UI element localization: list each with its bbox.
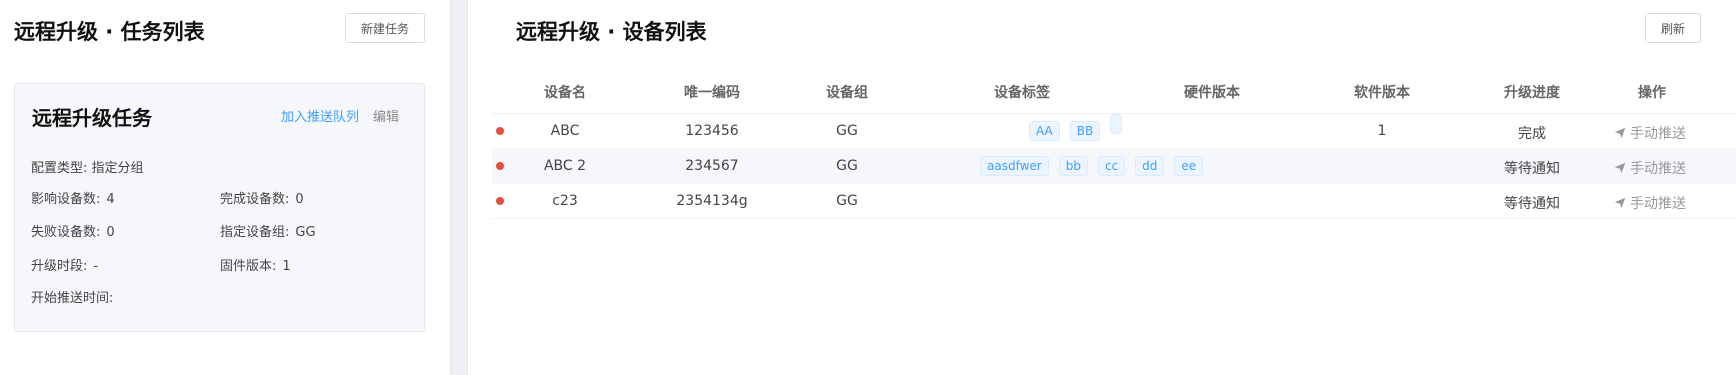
manual-push-button[interactable]: 手动推送: [1614, 158, 1686, 178]
task-card[interactable]: 远程升级任务 加入推送队列 编辑 配置类型: 指定分组 影响设备数: 4 完成设备…: [14, 83, 425, 332]
send-icon: [1614, 162, 1626, 174]
cell-unique-code: 234567: [685, 158, 739, 174]
cell-device-name: ABC: [550, 123, 580, 139]
table-header: 设备名 唯一编码 设备组 设备标签 硬件版本 软件版本 升级进度 操作: [492, 70, 1736, 114]
firmware-version-value: 1: [282, 259, 291, 274]
table-row[interactable]: ABC 2 234567 GG 等待通知 aasdfwer bb cc dd ee 手动推送: [492, 149, 1736, 184]
start-push-time-field: 开始推送时间:: [31, 291, 114, 306]
affected-devices-field: 影响设备数: 4: [31, 188, 115, 207]
affected-devices-label: 影响设备数:: [31, 192, 101, 207]
header-device-tags: 设备标签: [994, 85, 1050, 101]
config-type-field: 配置类型: 指定分组: [31, 161, 144, 176]
status-dot: [496, 197, 504, 205]
failed-devices-field: 失败设备数: 0: [31, 221, 115, 240]
cell-software-version: 1: [1377, 123, 1387, 139]
manual-push-label: 手动推送: [1630, 126, 1686, 142]
tag-chip: cc: [1097, 156, 1126, 176]
header-action: 操作: [1638, 85, 1666, 101]
header-hardware-version: 硬件版本: [1184, 85, 1240, 101]
header-device-group: 设备组: [826, 85, 868, 101]
failed-devices-value: 0: [106, 225, 115, 240]
firmware-version-field: 固件版本: 1: [220, 255, 291, 274]
cell-upgrade-progress: 等待通知: [1504, 161, 1560, 177]
tag-chip: ee: [1174, 156, 1204, 176]
cell-unique-code: 123456: [685, 123, 739, 139]
manual-push-button[interactable]: 手动推送: [1614, 123, 1686, 143]
upgrade-period-label: 升级时段:: [31, 259, 88, 274]
header-device-name: 设备名: [544, 85, 586, 101]
tag-chip: bb: [1058, 156, 1088, 176]
task-card-title: 远程升级任务: [32, 106, 152, 130]
header-software-version: 软件版本: [1354, 85, 1410, 101]
upgrade-period-field: 升级时段: -: [31, 255, 98, 274]
completed-devices-value: 0: [295, 192, 304, 207]
panel-divider[interactable]: [450, 0, 468, 375]
send-icon: [1614, 127, 1626, 139]
failed-devices-label: 失败设备数:: [31, 225, 101, 240]
header-unique-code: 唯一编码: [684, 85, 740, 101]
status-dot: [496, 127, 504, 135]
completed-devices-field: 完成设备数: 0: [220, 188, 304, 207]
add-to-push-queue-link[interactable]: 加入推送队列: [281, 106, 359, 125]
device-tags: AA BB: [1029, 114, 1123, 141]
tag-chip-empty: [1110, 114, 1123, 134]
manual-push-button[interactable]: 手动推送: [1614, 193, 1686, 213]
tag-chip: aasdfwer: [980, 156, 1049, 176]
tag-chip: AA: [1029, 121, 1060, 141]
manual-push-label: 手动推送: [1630, 161, 1686, 177]
refresh-button[interactable]: 刷新: [1645, 13, 1701, 43]
device-tags: aasdfwer bb cc dd ee: [980, 156, 1204, 176]
device-group-label: 指定设备组:: [220, 225, 290, 240]
device-group-value: GG: [295, 225, 316, 240]
new-task-button[interactable]: 新建任务: [345, 13, 425, 43]
edit-link[interactable]: 编辑: [373, 106, 399, 125]
table-row[interactable]: ABC 123456 GG 1 完成 AA BB 手动推送: [492, 114, 1736, 149]
cell-upgrade-progress: 完成: [1518, 126, 1546, 142]
cell-device-group: GG: [836, 123, 858, 139]
tag-chip: dd: [1135, 156, 1165, 176]
device-group-field: 指定设备组: GG: [220, 221, 316, 240]
send-icon: [1614, 197, 1626, 209]
affected-devices-value: 4: [106, 192, 115, 207]
manual-push-label: 手动推送: [1630, 196, 1686, 212]
cell-device-group: GG: [836, 158, 858, 174]
cell-upgrade-progress: 等待通知: [1504, 196, 1560, 212]
device-list-title: 远程升级 · 设备列表: [516, 20, 707, 44]
firmware-version-label: 固件版本:: [220, 259, 277, 274]
tag-chip: BB: [1069, 121, 1101, 141]
cell-device-group: GG: [836, 193, 858, 209]
cell-unique-code: 2354134g: [676, 193, 748, 209]
task-list-panel: 远程升级 · 任务列表 新建任务 远程升级任务 加入推送队列 编辑 配置类型: …: [0, 0, 450, 375]
upgrade-period-value: -: [93, 259, 99, 274]
table-row[interactable]: c23 2354134g GG 等待通知 手动推送: [492, 184, 1736, 219]
cell-device-name: c23: [552, 193, 578, 209]
header-upgrade-progress: 升级进度: [1504, 85, 1560, 101]
completed-devices-label: 完成设备数:: [220, 192, 290, 207]
status-dot: [496, 162, 504, 170]
device-list-panel: 远程升级 · 设备列表 刷新 设备名 唯一编码 设备组 设备标签 硬件版本 软件…: [468, 0, 1736, 375]
task-list-title: 远程升级 · 任务列表: [14, 20, 205, 44]
cell-device-name: ABC 2: [543, 158, 587, 174]
app-root: 远程升级 · 任务列表 新建任务 远程升级任务 加入推送队列 编辑 配置类型: …: [0, 0, 1736, 375]
